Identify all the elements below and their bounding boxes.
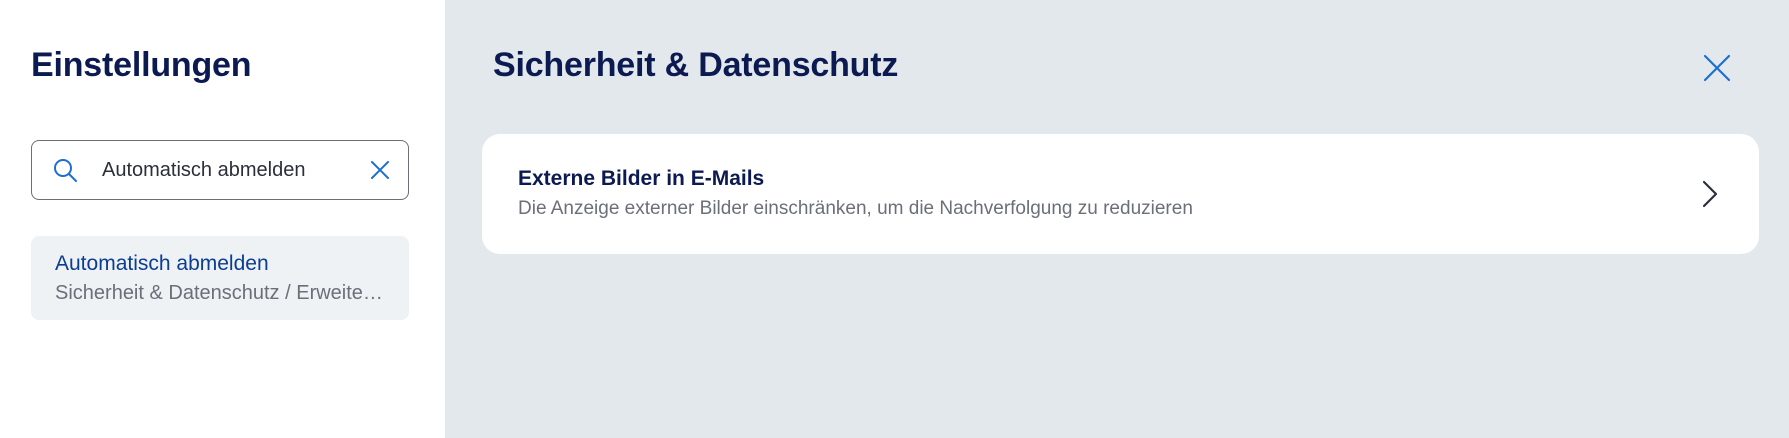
page-title: Sicherheit & Datenschutz	[493, 46, 899, 84]
setting-card-external-images[interactable]: Externe Bilder in E-Mails Die Anzeige ex…	[482, 134, 1759, 254]
settings-app: Einstellungen Automatisch abmelden Siche…	[0, 0, 1789, 438]
search-input[interactable]	[102, 141, 352, 199]
close-icon[interactable]	[1701, 52, 1733, 84]
sidebar-title: Einstellungen	[31, 46, 252, 84]
search-icon	[54, 159, 77, 182]
settings-sidebar: Einstellungen Automatisch abmelden Siche…	[0, 0, 445, 438]
search-result-title: Automatisch abmelden	[55, 252, 269, 275]
chevron-right-icon	[1702, 180, 1718, 208]
setting-card-description: Die Anzeige externer Bilder einschränken…	[518, 198, 1193, 219]
search-result-path: Sicherheit & Datenschutz / Erweiterte Ei…	[55, 282, 385, 304]
clear-search-icon[interactable]	[370, 160, 390, 180]
search-box	[31, 140, 409, 200]
setting-card-title: Externe Bilder in E-Mails	[518, 167, 765, 190]
search-result-item[interactable]: Automatisch abmelden Sicherheit & Datens…	[31, 236, 409, 320]
settings-main-panel: Sicherheit & Datenschutz Externe Bilder …	[445, 0, 1789, 438]
